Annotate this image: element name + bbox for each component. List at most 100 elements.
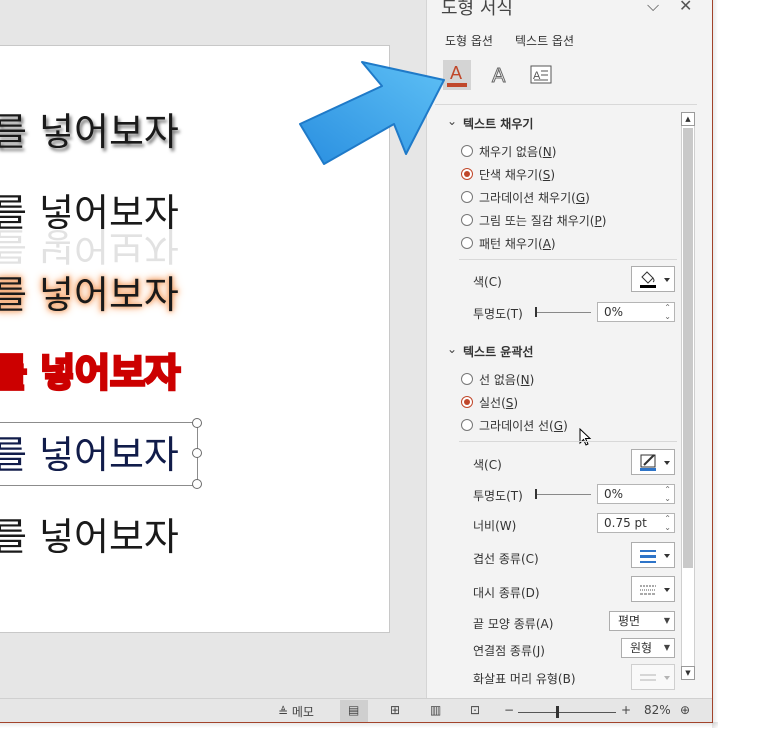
fill-transparency-label: 투명도(T) — [473, 307, 523, 321]
svg-text:A: A — [450, 63, 462, 83]
outline-section-chevron-icon[interactable]: ⌄ — [447, 342, 457, 356]
outline-transparency-slider[interactable] — [535, 494, 591, 495]
slide-sorter-icon: ⊞ — [390, 703, 401, 717]
text-line-reflection[interactable]: 를 넣어보자 — [0, 182, 179, 237]
arrow-type-button[interactable] — [631, 664, 675, 690]
status-bar: ≜ 메모 ▤ ⊞ ▥ ⊡ − + 82% ⊕ — [0, 698, 712, 722]
outline-color-button[interactable] — [631, 449, 675, 475]
tab-text-options[interactable]: 텍스트 옵션 — [515, 32, 574, 49]
slideshow-icon: ⊡ — [470, 703, 481, 717]
text-outline-header[interactable]: 텍스트 윤곽선 — [463, 343, 533, 360]
fit-window-icon: ⊕ — [680, 703, 691, 717]
fill-section-chevron-icon[interactable]: ⌄ — [447, 114, 457, 128]
dash-type-button[interactable] — [631, 576, 675, 602]
text-line-bold-red[interactable]: 를 넣어보자 — [0, 342, 182, 397]
arrow-type-icon — [640, 674, 670, 681]
notes-icon: ≜ — [278, 705, 289, 719]
radio-fill-pattern[interactable] — [461, 237, 473, 249]
radio-fill-solid[interactable] — [461, 168, 473, 180]
cap-type-dropdown[interactable]: 평면 ▼ — [609, 611, 675, 631]
outline-color-label: 색(C) — [473, 458, 502, 472]
fill-transparency-slider[interactable] — [535, 312, 591, 313]
join-type-dropdown[interactable]: 원형 ▼ — [621, 638, 675, 658]
zoom-level[interactable]: 82% — [644, 703, 671, 717]
radio-outline-solid[interactable] — [461, 396, 473, 408]
text-effects-tab[interactable]: A — [485, 60, 513, 90]
normal-view-button[interactable]: ▤ — [340, 700, 368, 722]
arrow-type-label: 화살표 머리 유형(B) — [473, 672, 576, 686]
pane-divider — [435, 104, 697, 105]
fill-option-pattern[interactable]: 패턴 채우기(A) — [461, 235, 556, 253]
resize-handle-right[interactable] — [192, 448, 202, 458]
svg-text:A: A — [492, 65, 506, 87]
radio-fill-gradient[interactable] — [461, 191, 473, 203]
normal-view-icon: ▤ — [348, 703, 360, 717]
reading-view-button[interactable]: ▥ — [430, 703, 441, 717]
fill-option-solid[interactable]: 단색 채우기(S) — [461, 166, 555, 184]
text-line-selected[interactable]: 를 넣어보자 — [0, 424, 179, 479]
pen-icon — [640, 454, 670, 471]
outline-transparency-label: 투명도(T) — [473, 489, 523, 503]
text-line-plain[interactable]: 를 넣어보자 — [0, 506, 179, 561]
outline-option-none[interactable]: 선 없음(N) — [461, 371, 534, 389]
notes-label: 메모 — [291, 705, 314, 719]
outline-width-label: 너비(W) — [473, 519, 517, 533]
text-fill-header[interactable]: 텍스트 채우기 — [463, 115, 533, 132]
outline-option-gradient[interactable]: 그라데이션 선(G) — [461, 417, 568, 435]
window-shadow-bottom — [0, 722, 718, 728]
outline-width-input[interactable]: 0.75 pt ⌃ ⌄ — [597, 513, 675, 533]
tab-shape-options[interactable]: 도형 옵션 — [445, 32, 493, 49]
resize-handle-top-right[interactable] — [192, 418, 202, 428]
radio-fill-none[interactable] — [461, 145, 473, 157]
outline-transparency-input[interactable]: 0% ⌃ ⌄ — [597, 484, 675, 504]
fill-color-button[interactable] — [631, 266, 675, 292]
compound-type-button[interactable] — [631, 542, 675, 568]
text-effects-icon: A — [492, 65, 507, 88]
pane-title: 도형 서식 — [441, 0, 513, 19]
radio-outline-gradient[interactable] — [461, 419, 473, 431]
dash-type-label: 대시 종류(D) — [473, 586, 540, 600]
window-shadow — [712, 0, 718, 728]
zoom-slider-knob[interactable] — [556, 706, 559, 718]
scroll-down-button[interactable]: ▼ — [681, 666, 695, 680]
radio-fill-picture[interactable] — [461, 214, 473, 226]
powerpoint-window: 를 넣어보자 를 넣어보자 를 넣어보자 를 넣어보자 를 넣어보자 를 넣어보… — [0, 0, 713, 723]
paint-bucket-icon — [640, 271, 670, 288]
fill-option-none[interactable]: 채우기 없음(N) — [461, 143, 556, 161]
reading-view-icon: ▥ — [430, 703, 442, 717]
format-shape-pane: 도형 서식 ⌵ ✕ 도형 옵션 텍스트 옵션 A A A ▲ ▼ ⌄ 텍스트 채… — [426, 0, 712, 698]
zoom-out-button[interactable]: − — [504, 703, 514, 717]
textbox-tab[interactable]: A — [527, 60, 555, 90]
fit-to-window-button[interactable]: ⊕ — [680, 703, 690, 717]
scroll-up-button[interactable]: ▲ — [681, 112, 695, 126]
textbox-icon: A — [530, 65, 552, 84]
radio-outline-none[interactable] — [461, 373, 473, 385]
outline-transparency-knob[interactable] — [535, 489, 537, 499]
zoom-slider[interactable] — [518, 712, 616, 713]
pane-scrollbar-thumb[interactable] — [683, 128, 693, 568]
slideshow-button[interactable]: ⊡ — [470, 703, 480, 717]
mouse-cursor-icon — [579, 428, 592, 446]
outline-divider — [459, 441, 677, 442]
notes-button[interactable]: ≜ 메모 — [278, 703, 314, 720]
pane-options-chevron-icon[interactable]: ⌵ — [647, 0, 659, 16]
fill-divider — [459, 259, 677, 260]
fill-option-gradient[interactable]: 그라데이션 채우기(G) — [461, 189, 590, 207]
resize-handle-bottom-right[interactable] — [192, 479, 202, 489]
dash-lines-icon — [640, 585, 670, 595]
fill-transparency-knob[interactable] — [535, 307, 537, 317]
fill-transparency-input[interactable]: 0% ⌃ ⌄ — [597, 302, 675, 322]
outline-option-solid[interactable]: 실선(S) — [461, 394, 518, 412]
fill-color-label: 색(C) — [473, 275, 502, 289]
cap-type-label: 끝 모양 종류(A) — [473, 617, 554, 631]
compound-type-label: 겹선 종류(C) — [473, 552, 539, 566]
fill-option-picture[interactable]: 그림 또는 질감 채우기(P) — [461, 212, 606, 230]
text-line-glow[interactable]: 를 넣어보자 — [0, 264, 179, 319]
compound-lines-icon — [640, 550, 670, 563]
pane-close-icon[interactable]: ✕ — [679, 0, 692, 15]
zoom-in-button[interactable]: + — [621, 703, 631, 717]
join-type-label: 연결점 종류(J) — [473, 644, 545, 658]
slide-sorter-button[interactable]: ⊞ — [390, 703, 400, 717]
text-line-shadow[interactable]: 를 넣어보자 — [0, 101, 179, 156]
blue-pointer-arrow-icon — [299, 61, 445, 165]
